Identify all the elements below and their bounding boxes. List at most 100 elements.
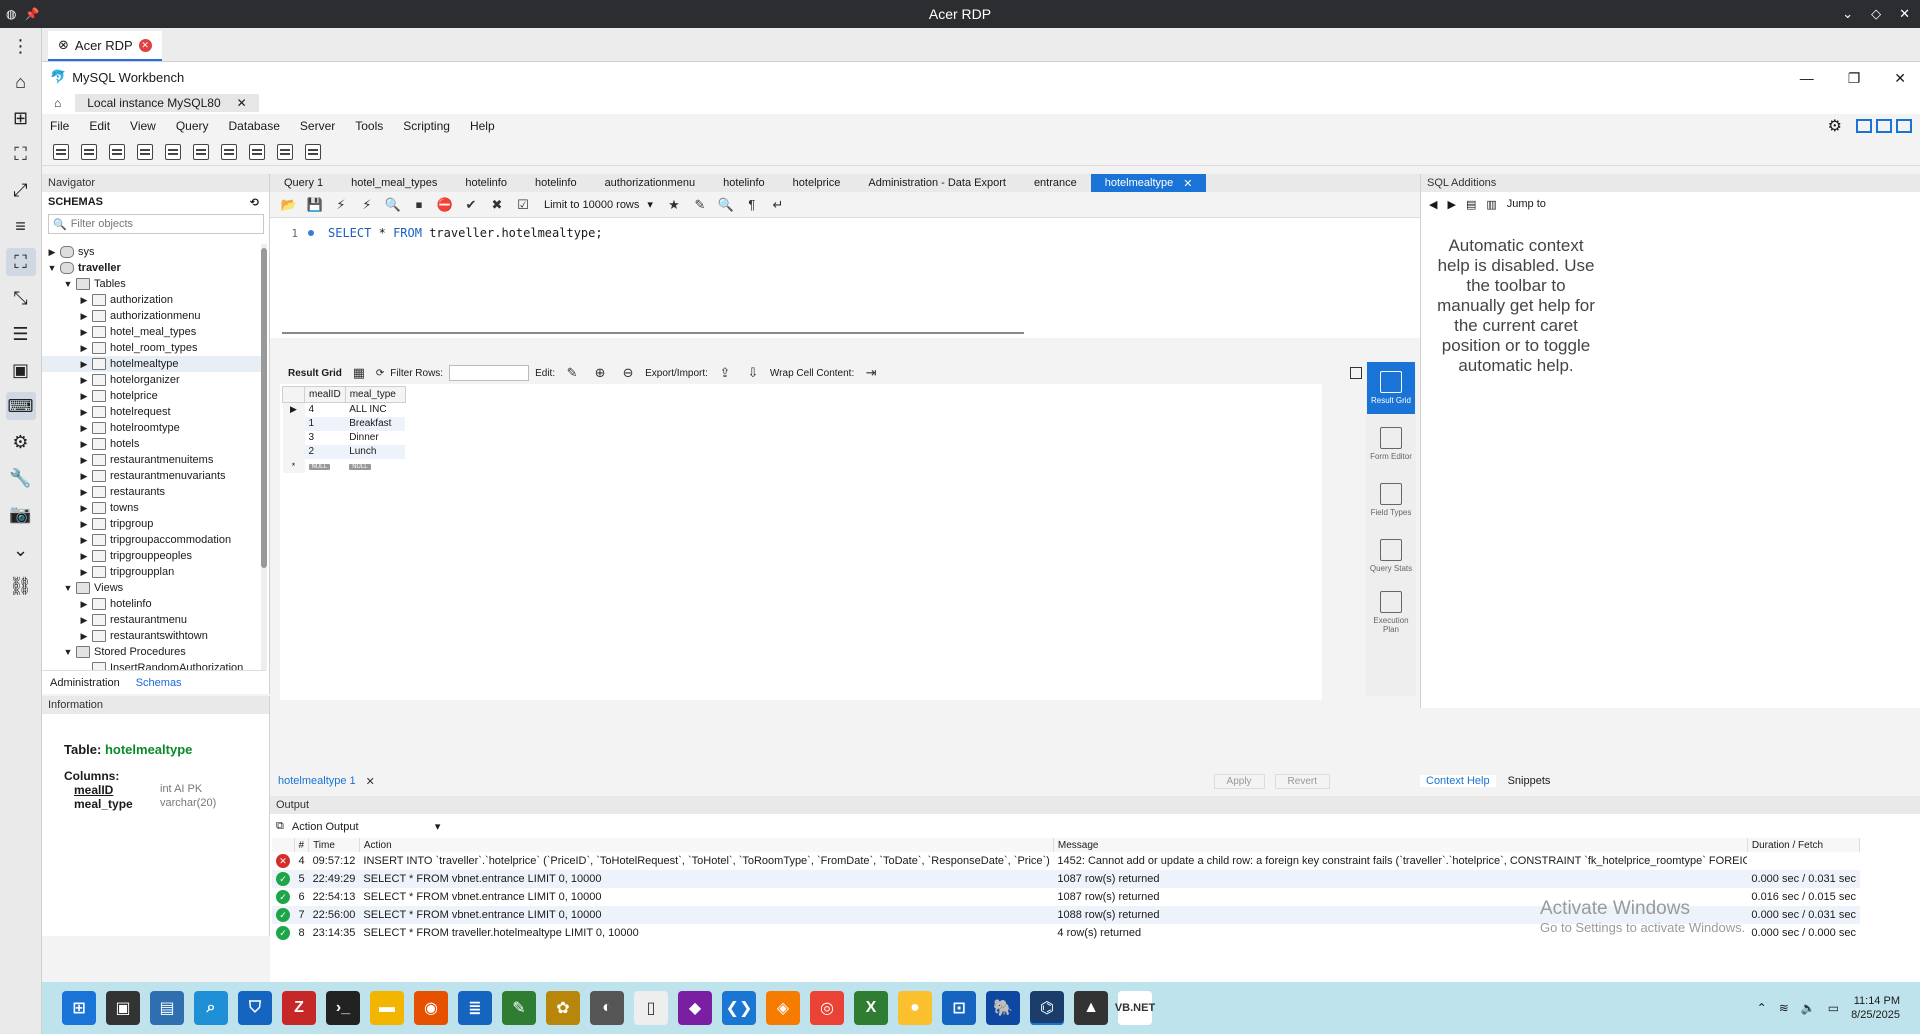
folder-icon[interactable]: ▬ — [370, 991, 404, 1025]
tree-item[interactable]: ▶ hotelprice — [42, 388, 266, 404]
grid-cell[interactable]: Dinner — [345, 431, 405, 445]
grid-cell[interactable]: NULL — [345, 459, 405, 473]
tree-arrow-icon[interactable]: ▶ — [78, 487, 90, 498]
create-schema-icon[interactable] — [134, 141, 156, 163]
menu-database[interactable]: Database — [229, 119, 280, 133]
clock[interactable]: 11:14 PM 8/25/2025 — [1851, 994, 1900, 1022]
notepad-icon[interactable]: ≣ — [458, 991, 492, 1025]
tab-hotel-meal-types[interactable]: hotel_meal_types — [337, 174, 451, 192]
grid-cell[interactable]: 2 — [304, 444, 346, 459]
new-sql-tab-icon[interactable] — [50, 141, 72, 163]
auto-help-icon[interactable]: ▥ — [1486, 198, 1496, 211]
delete-row-icon[interactable]: ⊖ — [617, 362, 639, 384]
tree-item[interactable]: ▶ hotel_meal_types — [42, 324, 266, 340]
tree-item[interactable]: ▶ sys — [42, 244, 266, 260]
desktop-app-icon[interactable]: ▤ — [150, 991, 184, 1025]
create-procedure-icon[interactable] — [218, 141, 240, 163]
create-view-icon[interactable] — [190, 141, 212, 163]
tree-item[interactable]: ▶ tripgroupplan — [42, 564, 266, 580]
tab-hotelmealtype[interactable]: hotelmealtype ✕ — [1090, 174, 1207, 192]
toggle-panel-icon[interactable] — [1350, 367, 1362, 379]
tab-schemas[interactable]: Schemas — [127, 672, 190, 693]
tree-arrow-icon[interactable]: ▼ — [62, 583, 74, 593]
tab-hotelinfo[interactable]: hotelinfo — [451, 174, 521, 192]
vscode-icon[interactable]: ❮❯ — [722, 991, 756, 1025]
edit-row-icon[interactable]: ✎ — [561, 362, 583, 384]
create-function-icon[interactable] — [246, 141, 268, 163]
menu-tools[interactable]: Tools — [355, 119, 383, 133]
tree-arrow-icon[interactable]: ▶ — [78, 439, 90, 450]
tree-arrow-icon[interactable]: ▶ — [78, 375, 90, 386]
tree-arrow-icon[interactable]: ▼ — [62, 647, 74, 657]
excel-icon[interactable]: X — [854, 991, 888, 1025]
navigator-scrollbar[interactable] — [261, 244, 267, 670]
tree-item[interactable]: InsertRandomAuthorization — [42, 660, 266, 670]
tree-item[interactable]: ▶ tripgroup — [42, 516, 266, 532]
execution-plan-button[interactable]: Execution Plan — [1367, 586, 1415, 638]
fullscreen-icon[interactable]: ⤢ — [6, 176, 36, 204]
tree-arrow-icon[interactable]: ▶ — [78, 503, 90, 514]
manual-help-icon[interactable]: ▤ — [1466, 198, 1476, 211]
result-grid[interactable]: mealID meal_type ▶ 4 ALL INC 1 Breakfast 3 Din… — [280, 384, 1322, 700]
document-icon[interactable]: ▯ — [634, 991, 668, 1025]
new-row[interactable]: * NULL NULL — [282, 458, 406, 473]
close-icon[interactable]: ✕ — [237, 96, 247, 110]
search-app-icon[interactable]: ⌕ — [194, 991, 228, 1025]
menu-edit[interactable]: Edit — [89, 119, 110, 133]
menu-scripting[interactable]: Scripting — [403, 119, 450, 133]
tree-item[interactable]: ▶ restaurantmenu — [42, 612, 266, 628]
grid-cell[interactable]: NULL — [305, 459, 346, 473]
open-file-icon[interactable]: 📂 — [278, 194, 300, 216]
tree-item[interactable]: ▼ Tables — [42, 276, 266, 292]
field-types-button[interactable]: Field Types — [1367, 474, 1415, 526]
add-connection-icon[interactable]: ⊞ — [6, 104, 36, 132]
paint-icon[interactable]: ✿ — [546, 991, 580, 1025]
menu-help[interactable]: Help — [470, 119, 495, 133]
settings-icon[interactable]: ⚙ — [6, 428, 36, 456]
tree-item[interactable]: ▶ hotelroomtype — [42, 420, 266, 436]
grid-cell[interactable]: Breakfast — [345, 416, 406, 431]
home-icon[interactable]: ⌂ — [54, 96, 61, 110]
close-icon[interactable]: ✕ — [1894, 70, 1906, 87]
rollback-icon[interactable]: ✖ — [486, 194, 508, 216]
refresh-icon[interactable]: ⟲ — [250, 196, 259, 209]
commit-icon[interactable]: ✔ — [460, 194, 482, 216]
maximize-icon[interactable]: ❐ — [1848, 70, 1861, 87]
tree-arrow-icon[interactable]: ▶ — [78, 343, 90, 354]
tree-item[interactable]: ▶ hotels — [42, 436, 266, 452]
query-stats-button[interactable]: Query Stats — [1367, 530, 1415, 582]
execute-current-icon[interactable]: ⚡ — [356, 194, 378, 216]
close-tab-icon[interactable]: ✕ — [138, 38, 152, 52]
apply-button[interactable]: Apply — [1213, 773, 1265, 789]
tree-item[interactable]: ▶ restaurantmenuvariants — [42, 468, 266, 484]
postgres-icon[interactable]: 🐘 — [986, 991, 1020, 1025]
vbnet-icon[interactable]: VB.NET — [1115, 991, 1155, 1025]
limit-rows-select[interactable]: Limit to 10000 rows ▾ — [544, 198, 653, 212]
minimize-icon[interactable]: — — [1800, 70, 1814, 87]
grid-cell[interactable]: 3 — [305, 431, 346, 445]
column-header[interactable]: mealID — [304, 386, 346, 403]
editor-icon[interactable]: ✎ — [502, 991, 536, 1025]
action-output-select[interactable]: Action Output ▾ — [292, 820, 441, 833]
tree-arrow-icon[interactable]: ▶ — [78, 551, 90, 562]
column-header[interactable]: meal_type — [344, 386, 406, 403]
git-icon[interactable]: ◈ — [766, 991, 800, 1025]
tree-arrow-icon[interactable]: ▶ — [78, 535, 90, 546]
wrench-icon[interactable]: 🔧 — [6, 464, 36, 492]
firefox-icon[interactable]: ◉ — [414, 991, 448, 1025]
tab-hotelinfo[interactable]: hotelinfo — [709, 174, 779, 192]
bookmark-icon[interactable]: ★ — [663, 194, 685, 216]
menu-file[interactable]: File — [50, 119, 69, 133]
pin-icon[interactable]: 📌 — [24, 7, 39, 21]
table-row[interactable]: 2 Lunch — [282, 444, 406, 459]
tree-item[interactable]: ▶ hotelinfo — [42, 596, 266, 612]
table-row[interactable]: ▶ 4 ALL INC — [282, 402, 406, 417]
output-row[interactable]: ✓ 5 22:49:29 SELECT * FROM vbnet.entrance L… — [272, 870, 1860, 888]
toggle-sidebar-icon[interactable] — [1856, 119, 1872, 133]
tab-snippets[interactable]: Snippets — [1502, 775, 1557, 787]
create-table-icon[interactable] — [162, 141, 184, 163]
toggle-additions-icon[interactable] — [1896, 119, 1912, 133]
network-app-icon[interactable]: ⊡ — [942, 991, 976, 1025]
chevron-down-icon[interactable]: ⌄ — [6, 536, 36, 564]
close-icon[interactable]: ✕ — [1183, 177, 1192, 190]
